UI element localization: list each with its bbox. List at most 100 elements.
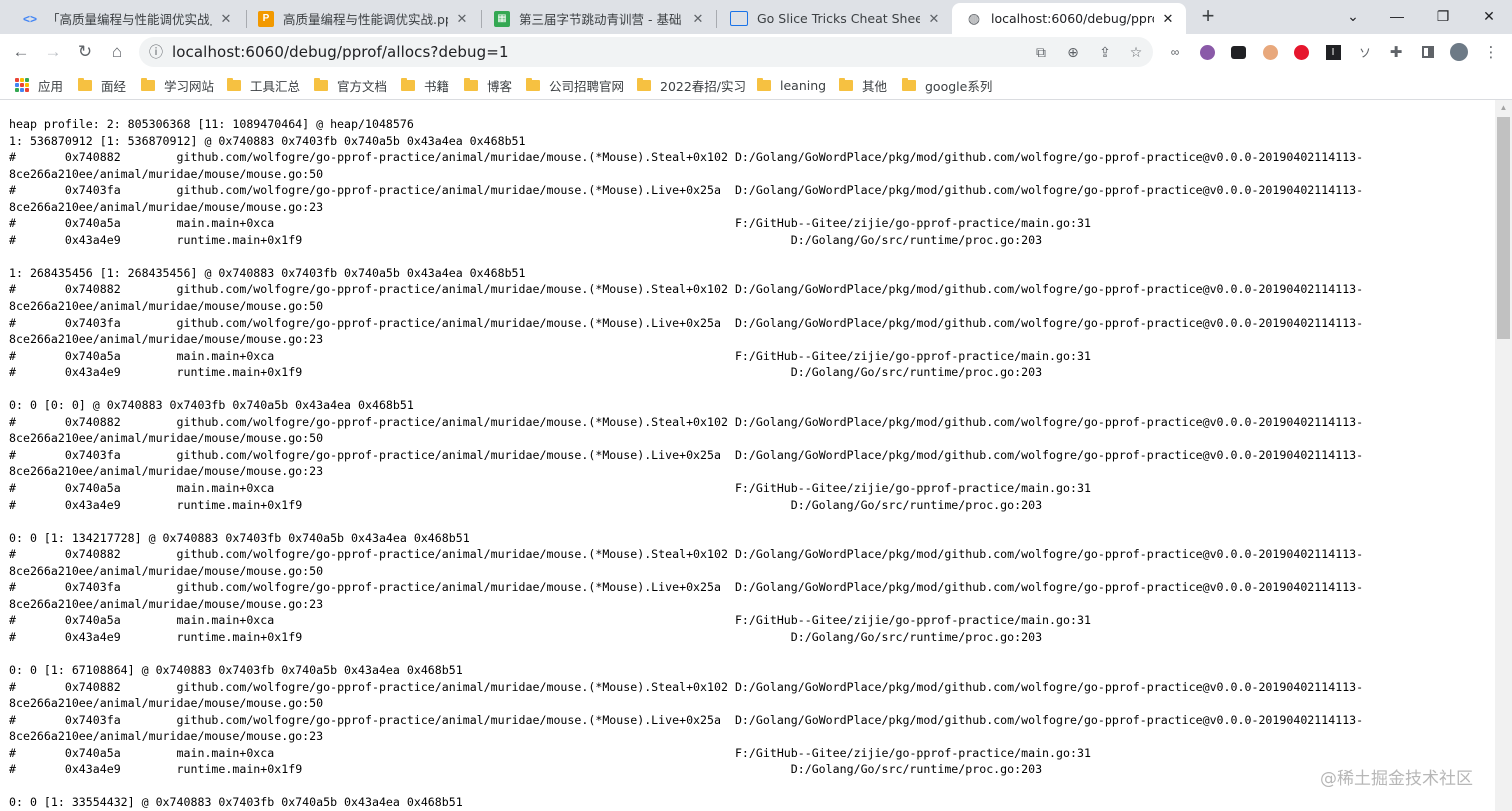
folder-icon — [637, 77, 651, 91]
profile-line: # 0x740882 github.com/wolfogre/go-pprof-… — [9, 282, 1364, 297]
reload-icon[interactable]: ↻ — [71, 38, 99, 66]
profile-line: # 0x740a5a main.main+0xca F:/GitHub--Git… — [9, 216, 1091, 231]
bookmark-label: 其他 — [862, 78, 888, 94]
bookmark-folder[interactable]: 博客 — [464, 75, 512, 95]
sheet-icon: ▦ — [494, 10, 510, 27]
bookmark-apps[interactable]: 应用 — [15, 75, 63, 95]
folder-icon — [464, 77, 478, 91]
profile-line: # 0x43a4e9 runtime.main+0x1f9 D:/Golang/… — [9, 497, 1043, 512]
bookmark-label: 博客 — [487, 78, 513, 94]
close-icon[interactable]: ✕ — [1160, 11, 1176, 27]
profile-line: 1: 268435456 [1: 268435456] @ 0x740883 0… — [9, 265, 526, 280]
tab-title: localhost:6060/debug/pprof/a — [991, 11, 1154, 26]
extension-icon[interactable] — [1229, 43, 1247, 61]
bookmark-folder[interactable]: 公司招聘官网 — [526, 75, 624, 95]
folder-icon — [401, 77, 415, 91]
weibo-icon[interactable] — [1292, 43, 1310, 61]
tab-title: 「高质量编程与性能调优实战」 — [47, 12, 212, 27]
bookmark-folder[interactable]: 工具汇总 — [227, 75, 300, 95]
tab-title: 第三届字节跳动青训营 - 基础 1 — [519, 12, 684, 27]
window-close-icon[interactable]: ✕ — [1466, 0, 1512, 32]
bookmark-folder[interactable]: 书籍 — [401, 75, 449, 95]
bookmark-folder[interactable]: google系列 — [902, 75, 992, 95]
home-icon[interactable]: ⌂ — [103, 38, 131, 66]
tab-2[interactable]: ▦ 第三届字节跳动青训营 - 基础 1 ✕ — [480, 3, 716, 34]
tab-title: 高质量编程与性能调优实战.pptx — [283, 12, 448, 27]
forward-icon[interactable]: → — [39, 38, 67, 66]
translate-icon[interactable]: ⧉ — [1032, 43, 1050, 61]
profile-line: 1: 536870912 [1: 536870912] @ 0x740883 0… — [9, 133, 526, 148]
close-icon[interactable]: ✕ — [218, 11, 234, 27]
url-text[interactable]: localhost:6060/debug/pprof/allocs?debug=… — [172, 43, 509, 61]
profile-line: 0: 0 [1: 134217728] @ 0x740883 0x7403fb … — [9, 530, 470, 545]
bookmark-folder[interactable]: 2022春招/实习 — [637, 75, 746, 95]
minimize-icon[interactable]: — — [1374, 0, 1420, 32]
tab-search-icon[interactable]: ⌄ — [1330, 0, 1376, 32]
folder-icon — [902, 77, 916, 91]
folder-icon — [757, 77, 771, 91]
profile-line: # 0x43a4e9 runtime.main+0x1f9 D:/Golang/… — [9, 232, 1043, 247]
bookmarks-bar: 应用 面经 学习网站 工具汇总 官方文档 书籍 博客 公司招聘官网 2022春招… — [0, 70, 1512, 100]
page-icon — [730, 11, 748, 26]
scroll-up-icon[interactable]: ▲ — [1495, 100, 1512, 116]
folder-icon — [314, 77, 328, 91]
vertical-scrollbar[interactable]: ▲ — [1495, 100, 1512, 811]
profile-line: 8ce266a210ee/animal/muridae/mouse/mouse.… — [9, 696, 324, 711]
profile-line: 8ce266a210ee/animal/muridae/mouse/mouse.… — [9, 596, 324, 611]
scrollbar-thumb[interactable] — [1497, 117, 1510, 339]
extension-icon[interactable]: I — [1324, 43, 1342, 61]
bookmark-folder[interactable]: leaning — [757, 75, 826, 95]
profile-line: 8ce266a210ee/animal/muridae/mouse/mouse.… — [9, 166, 324, 181]
profile-line: # 0x740882 github.com/wolfogre/go-pprof-… — [9, 414, 1364, 429]
bookmark-folder[interactable]: 其他 — [839, 75, 887, 95]
tab-3[interactable]: Go Slice Tricks Cheat Sheet ✕ — [716, 3, 952, 34]
profile-line: 8ce266a210ee/animal/muridae/mouse/mouse.… — [9, 729, 324, 744]
star-icon[interactable]: ☆ — [1127, 43, 1145, 61]
info-icon[interactable]: ⓘ — [147, 43, 165, 61]
profile-line: # 0x740a5a main.main+0xca F:/GitHub--Git… — [9, 613, 1091, 628]
avatar[interactable] — [1450, 43, 1468, 61]
tab-1[interactable]: P 高质量编程与性能调优实战.pptx ✕ — [244, 3, 480, 34]
profile-line: 8ce266a210ee/animal/muridae/mouse/mouse.… — [9, 199, 324, 214]
bookmark-label: 应用 — [38, 78, 64, 94]
close-icon[interactable]: ✕ — [690, 11, 706, 27]
zoom-icon[interactable]: ⊕ — [1064, 43, 1082, 61]
extension-icon[interactable] — [1261, 43, 1279, 61]
bookmark-folder[interactable]: 面经 — [78, 75, 126, 95]
profile-line: # 0x740a5a main.main+0xca F:/GitHub--Git… — [9, 745, 1091, 760]
puzzle-icon[interactable]: ✚ — [1387, 43, 1405, 61]
bookmark-folder[interactable]: 官方文档 — [314, 75, 387, 95]
extension-icon[interactable]: ∞ — [1166, 43, 1184, 61]
tab-0[interactable]: <> 「高质量编程与性能调优实战」 ✕ — [8, 3, 244, 34]
menu-icon[interactable]: ⋮ — [1482, 43, 1500, 61]
bookmark-label: 书籍 — [424, 78, 450, 94]
close-icon[interactable]: ✕ — [454, 11, 470, 27]
profile-line: 8ce266a210ee/animal/muridae/mouse/mouse.… — [9, 563, 324, 578]
bookmark-label: leaning — [780, 77, 827, 93]
close-icon[interactable]: ✕ — [926, 11, 942, 27]
tab-title: Go Slice Tricks Cheat Sheet — [757, 11, 920, 26]
new-tab-icon[interactable]: + — [1196, 5, 1220, 29]
tab-4[interactable]: ◍ localhost:6060/debug/pprof/a ✕ — [952, 3, 1186, 34]
profile-line: 8ce266a210ee/animal/muridae/mouse/mouse.… — [9, 332, 324, 347]
side-panel-icon[interactable] — [1419, 43, 1437, 61]
profile-line: # 0x7403fa github.com/wolfogre/go-pprof-… — [9, 315, 1364, 330]
bookmark-label: 面经 — [101, 78, 127, 94]
extension-icon[interactable] — [1198, 43, 1216, 61]
bookmark-label: 公司招聘官网 — [549, 78, 625, 94]
back-icon[interactable]: ← — [7, 38, 35, 66]
bookmark-label: 官方文档 — [337, 78, 388, 94]
address-bar[interactable]: ⓘ localhost:6060/debug/pprof/allocs?debu… — [139, 37, 1153, 67]
profile-line: 0: 0 [1: 67108864] @ 0x740883 0x7403fb 0… — [9, 663, 463, 678]
profile-line: # 0x43a4e9 runtime.main+0x1f9 D:/Golang/… — [9, 629, 1043, 644]
bookmark-folder[interactable]: 学习网站 — [141, 75, 214, 95]
extension-icon[interactable]: ソ — [1356, 43, 1374, 61]
profile-line: 8ce266a210ee/animal/muridae/mouse/mouse.… — [9, 299, 324, 314]
maximize-icon[interactable]: ❐ — [1420, 0, 1466, 32]
profile-line: # 0x7403fa github.com/wolfogre/go-pprof-… — [9, 580, 1364, 595]
profile-line: # 0x740882 github.com/wolfogre/go-pprof-… — [9, 150, 1364, 165]
bookmark-label: 2022春招/实习 — [660, 78, 747, 94]
heap-profile-text: heap profile: 2: 805306368 [11: 10894704… — [9, 116, 1363, 811]
share-icon[interactable]: ⇪ — [1096, 43, 1114, 61]
bookmark-label: 工具汇总 — [250, 78, 301, 94]
